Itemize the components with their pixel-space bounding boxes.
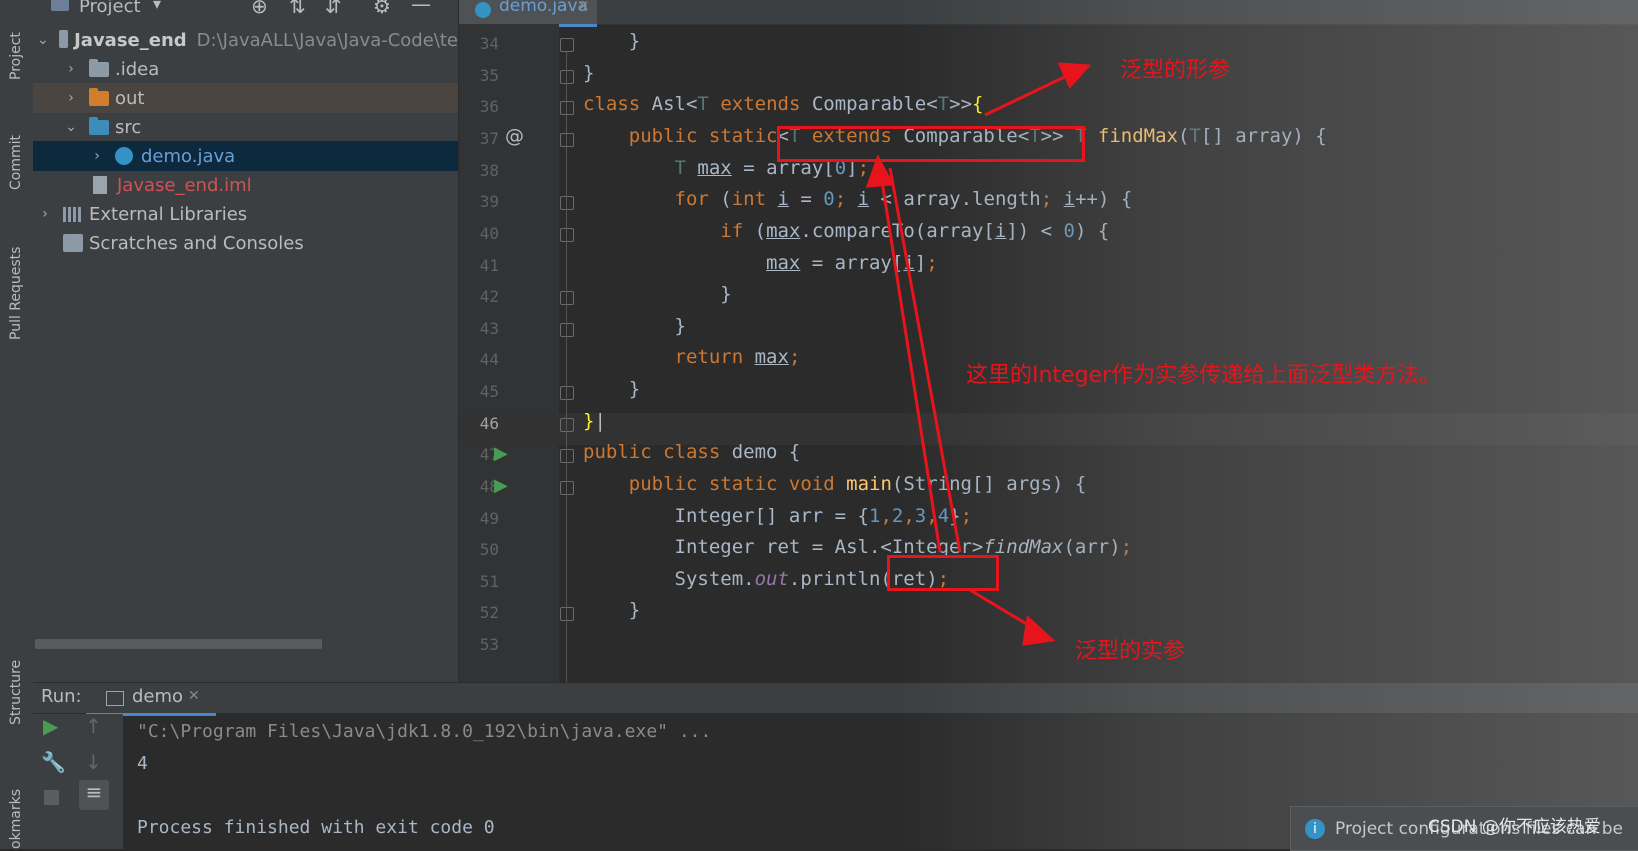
arrow-to-formal-box-2 [888, 167, 962, 553]
annotation-actual-label: 泛型的实参 [1075, 639, 1186, 664]
annotation-arrows [865, 62, 1092, 646]
watermark: CSDN @你不应该热爱 [1428, 817, 1601, 837]
arrow-to-formal-label [984, 70, 1076, 117]
info-icon: i [1305, 819, 1325, 839]
arrow-head [1057, 62, 1092, 89]
arrow-head [865, 154, 895, 188]
annotation-explain-label: 这里的Integer作为实参传递给上面泛型类方法。 [966, 363, 1442, 388]
arrow-head [1022, 614, 1056, 646]
annotation-formal-label: 泛型的形参 [1120, 58, 1231, 83]
arrow-to-formal-box [878, 167, 942, 553]
